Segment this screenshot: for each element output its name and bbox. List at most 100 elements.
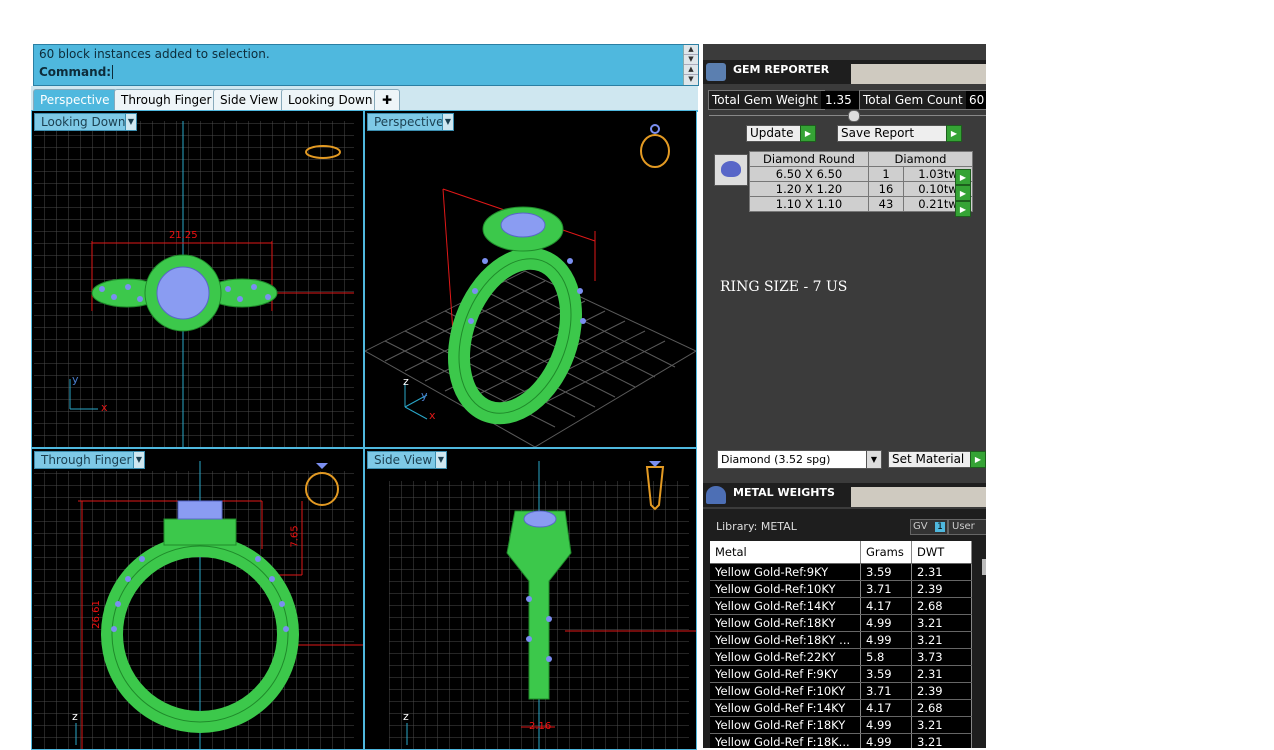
viewport-label[interactable]: Through Finger: [34, 451, 139, 469]
metal-name: Yellow Gold-Ref:14KY: [710, 597, 861, 615]
ring-size-text: RING SIZE - 7 US: [720, 279, 848, 295]
metal-dwt: 2.68: [911, 597, 972, 615]
through-finger-drawing: [34, 461, 363, 749]
scroll-up-icon[interactable]: ▲: [684, 45, 698, 55]
table-row[interactable]: Yellow Gold-Ref:10KY 3.71 2.39: [710, 580, 972, 598]
metal-dwt: 3.21: [911, 716, 972, 734]
metal-name: Yellow Gold-Ref F:14KY: [710, 699, 861, 717]
metal-dwt: 2.31: [911, 665, 972, 683]
table-row[interactable]: Yellow Gold-Ref F:9KY 3.59 2.31: [710, 665, 972, 683]
metal-dwt: 2.39: [911, 580, 972, 598]
gem-count: 1: [868, 166, 904, 182]
metal-grams: 4.17: [860, 597, 912, 615]
viewport-through-finger[interactable]: 26.61 7.65 z Through Finger ▼: [31, 448, 364, 750]
command-input[interactable]: [112, 65, 113, 79]
metal-name: Yellow Gold-Ref F:18K...: [710, 733, 861, 748]
play-icon[interactable]: ▶: [955, 201, 971, 217]
gem-reporter-header: GEM REPORTER: [703, 60, 986, 84]
play-icon[interactable]: ▶: [955, 169, 971, 185]
axis-x-label: x: [429, 409, 436, 422]
chevron-down-icon[interactable]: ▼: [435, 451, 447, 469]
chevron-down-icon[interactable]: ▼: [442, 113, 454, 131]
right-panel: GEM REPORTER Total Gem Weight 1.35 Total…: [703, 44, 986, 748]
table-header[interactable]: Grams: [860, 541, 912, 564]
gem-reporter-title: GEM REPORTER: [733, 63, 830, 76]
metal-name: Yellow Gold-Ref F:18KY: [710, 716, 861, 734]
metal-name: Yellow Gold-Ref F:9KY: [710, 665, 861, 683]
add-tab-icon[interactable]: ✚: [374, 89, 400, 110]
gv-value: 1: [935, 522, 945, 532]
tab-side-view[interactable]: Side View: [213, 89, 286, 110]
metal-dwt: 3.73: [911, 648, 972, 666]
table-header[interactable]: Metal: [710, 541, 861, 564]
table-row[interactable]: Yellow Gold-Ref F:14KY 4.17 2.68: [710, 699, 972, 717]
table-row[interactable]: Yellow Gold-Ref:9KY 3.59 2.31: [710, 563, 972, 581]
viewport-label[interactable]: Looking Down: [34, 113, 133, 131]
perspective-drawing: [365, 124, 696, 447]
gv-toggle[interactable]: GV 1: [910, 519, 948, 535]
looking-down-drawing: [34, 121, 354, 447]
slider-handle[interactable]: [848, 110, 860, 122]
tab-looking-down[interactable]: Looking Down: [281, 89, 380, 110]
table-header[interactable]: DWT: [911, 541, 972, 564]
table-row[interactable]: Yellow Gold-Ref F:18KY 4.99 3.21: [710, 716, 972, 734]
viewport-perspective[interactable]: z y x Perspective ▼: [364, 110, 697, 448]
viewport-label[interactable]: Side View: [367, 451, 440, 469]
chevron-down-icon[interactable]: ▼: [133, 451, 145, 469]
dimension-label: 2.16: [529, 721, 552, 732]
header-bar: [851, 64, 986, 84]
table-row[interactable]: Yellow Gold-Ref F:10KY 3.71 2.39: [710, 682, 972, 700]
metal-dwt: 2.68: [911, 699, 972, 717]
save-report-button[interactable]: Save Report: [837, 125, 948, 142]
dimension-label: 26.61: [90, 600, 102, 629]
table-header: Diamond: [868, 151, 973, 167]
scroll-down-icon[interactable]: ▼: [684, 75, 698, 84]
metal-table-container[interactable]: Metal Grams DWT Yellow Gold-Ref:9KY 3.59 2…: [710, 541, 986, 748]
table-row[interactable]: Yellow Gold-Ref:18KY 4.99 3.21: [710, 614, 972, 632]
metal-grams: 3.71: [860, 580, 912, 598]
table-row[interactable]: 1.20 X 1.20 16 0.10tw: [749, 181, 973, 197]
tab-through-finger[interactable]: Through Finger: [114, 89, 219, 110]
scroll-down-icon[interactable]: ▼: [684, 55, 698, 65]
header-bar: [851, 487, 986, 507]
axis-x-label: x: [101, 401, 108, 414]
metal-dwt: 2.39: [911, 682, 972, 700]
axis-z-label: z: [72, 710, 78, 723]
metal-grams: 3.71: [860, 682, 912, 700]
tab-perspective[interactable]: Perspective: [33, 89, 117, 110]
viewport-side-view[interactable]: 2.16 z Side View ▼: [364, 448, 697, 750]
set-material-button[interactable]: Set Material: [888, 451, 974, 468]
metal-grams: 5.8: [860, 648, 912, 666]
axis-y-label: y: [72, 373, 79, 386]
scroll-up-icon[interactable]: ▲: [684, 65, 698, 75]
metal-table-scrollbar[interactable]: [982, 559, 986, 575]
metal-grams: 3.59: [860, 563, 912, 581]
viewport-label[interactable]: Perspective: [367, 113, 451, 131]
play-icon[interactable]: ▶: [946, 125, 962, 142]
metal-grams: 4.99: [860, 614, 912, 632]
play-icon[interactable]: ▶: [800, 125, 816, 142]
command-area[interactable]: 60 block instances added to selection. C…: [33, 44, 699, 86]
table-row[interactable]: 1.10 X 1.10 43 0.21tw: [749, 196, 973, 212]
metal-grams: 4.17: [860, 699, 912, 717]
table-row[interactable]: Yellow Gold-Ref:22KY 5.8 3.73: [710, 648, 972, 666]
table-row[interactable]: Yellow Gold-Ref:18KY ... 4.99 3.21: [710, 631, 972, 649]
viewport-looking-down[interactable]: 21.25 y x Looking Down ▼: [31, 110, 364, 448]
user-toggle[interactable]: User: [948, 519, 986, 535]
viewport-tabs: Perspective Through Finger Side View Loo…: [31, 86, 698, 112]
material-select-value: Diamond (3.52 spg): [721, 453, 831, 466]
material-select[interactable]: Diamond (3.52 spg) ▼: [717, 450, 882, 469]
metal-grams: 3.59: [860, 665, 912, 683]
play-icon[interactable]: ▶: [955, 185, 971, 201]
table-row[interactable]: Yellow Gold-Ref F:18K... 4.99 3.21: [710, 733, 972, 748]
chevron-down-icon[interactable]: ▼: [125, 113, 137, 131]
metal-dwt: 3.21: [911, 631, 972, 649]
metal-weights-header: METAL WEIGHTS: [703, 483, 986, 507]
play-icon[interactable]: ▶: [970, 451, 986, 468]
chevron-down-icon[interactable]: ▼: [866, 451, 881, 468]
command-scrollbar[interactable]: ▲ ▼ ▲ ▼: [683, 45, 698, 85]
metal-grams: 4.99: [860, 733, 912, 748]
table-row[interactable]: 6.50 X 6.50 1 1.03tw: [749, 166, 973, 182]
table-row[interactable]: Yellow Gold-Ref:14KY 4.17 2.68: [710, 597, 972, 615]
update-button[interactable]: Update: [746, 125, 803, 142]
